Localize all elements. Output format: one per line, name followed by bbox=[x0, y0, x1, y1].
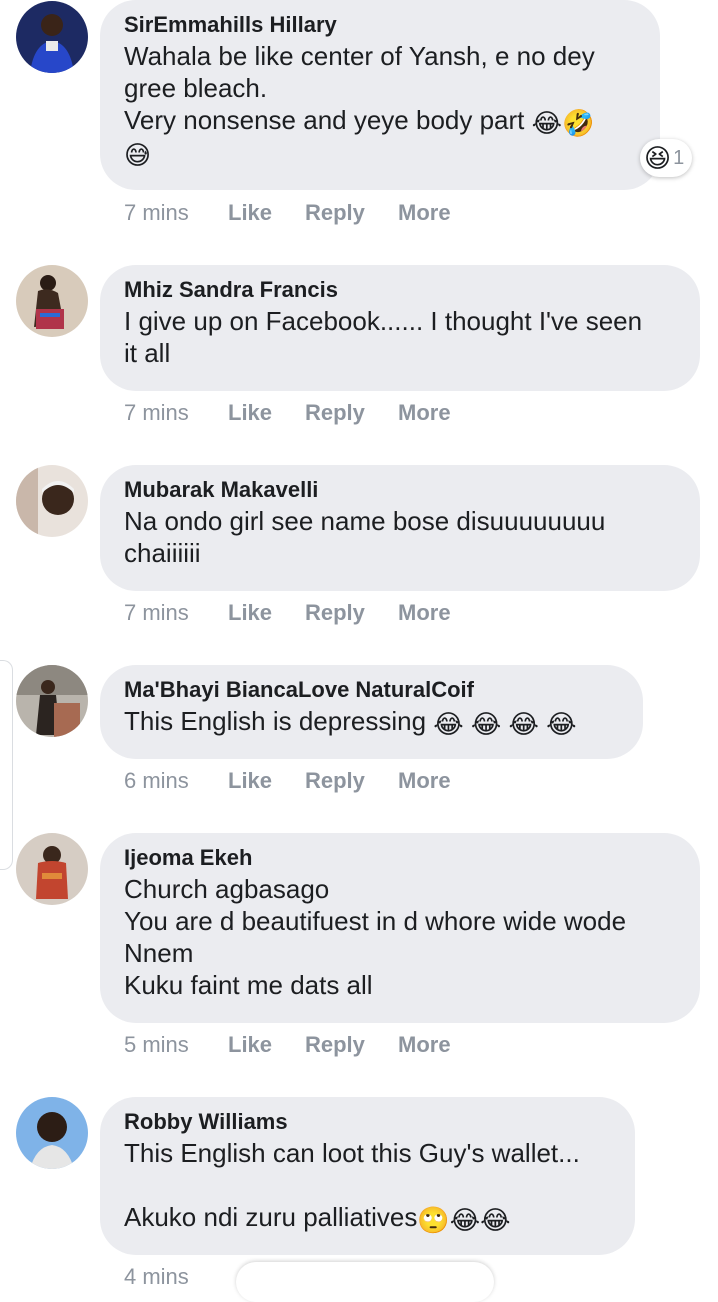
comment-time: 6 mins bbox=[124, 768, 189, 793]
comment-bubble: Ma'Bhayi BiancaLove NaturalCoif This Eng… bbox=[100, 665, 643, 759]
laughing-crying-emoji: 😂🤣 bbox=[531, 108, 595, 138]
comment-author[interactable]: Robby Williams bbox=[124, 1107, 611, 1137]
comment-author[interactable]: Mubarak Makavelli bbox=[124, 475, 676, 505]
avatar-photo bbox=[16, 665, 88, 737]
avatar-photo bbox=[16, 833, 88, 905]
floating-composer-pill[interactable] bbox=[236, 1262, 494, 1302]
avatar-photo bbox=[16, 465, 88, 537]
like-button[interactable]: Like bbox=[228, 766, 272, 796]
comment-text-body: Wahala be like center of Yansh, e no dey… bbox=[124, 41, 595, 135]
avatar-photo bbox=[16, 1097, 88, 1169]
reply-button[interactable]: Reply bbox=[305, 198, 365, 228]
more-button[interactable]: More bbox=[398, 598, 451, 628]
more-button[interactable]: More bbox=[398, 1030, 451, 1060]
comment-time: 7 mins bbox=[124, 400, 189, 425]
avatar[interactable] bbox=[16, 1, 88, 73]
reaction-summary[interactable]: 😆 1 bbox=[640, 139, 693, 177]
avatar[interactable] bbox=[16, 265, 88, 337]
more-button[interactable]: More bbox=[398, 198, 451, 228]
side-panel-edge bbox=[0, 660, 13, 870]
comment-bubble: Mhiz Sandra Francis I give up on Faceboo… bbox=[100, 265, 700, 391]
comment-text: This English is depressing 😂 😂 😂 😂 bbox=[124, 705, 619, 737]
avatar[interactable] bbox=[16, 465, 88, 537]
comment-time: 5 mins bbox=[124, 1032, 189, 1057]
comment-author[interactable]: Ijeoma Ekeh bbox=[124, 843, 676, 873]
reaction-count: 1 bbox=[673, 146, 685, 169]
like-button[interactable]: Like bbox=[228, 1030, 272, 1060]
laughing-crying-emoji: 😂 😂 😂 😂 bbox=[433, 709, 577, 739]
comment-bubble: Ijeoma Ekeh Church agbasago You are d be… bbox=[100, 833, 700, 1023]
laughing-face-icon: 😆 bbox=[644, 142, 672, 173]
comment-text: Na ondo girl see name bose disuuuuuuuu c… bbox=[124, 506, 606, 568]
avatar-photo bbox=[16, 1, 88, 73]
avatar[interactable] bbox=[16, 833, 88, 905]
more-button[interactable]: More bbox=[398, 766, 451, 796]
like-button[interactable]: Like bbox=[228, 398, 272, 428]
comment-text: I give up on Facebook...... I thought I'… bbox=[124, 306, 643, 368]
comment-text: Church agbasago You are d beautifuest in… bbox=[124, 874, 627, 1000]
reply-button[interactable]: Reply bbox=[305, 398, 365, 428]
comment-time: 7 mins bbox=[124, 600, 189, 625]
comment-text-body: This English is depressing bbox=[124, 706, 434, 736]
more-button[interactable]: More bbox=[398, 398, 451, 428]
comment-time: 7 mins bbox=[124, 200, 189, 225]
avatar-photo bbox=[16, 265, 88, 337]
comment-text-body: This English can loot this Guy's wallet.… bbox=[124, 1138, 580, 1232]
comment-bubble: SirEmmahills Hillary Wahala be like cent… bbox=[100, 0, 660, 190]
like-button[interactable]: Like bbox=[228, 198, 272, 228]
reply-button[interactable]: Reply bbox=[305, 598, 365, 628]
comment-text: This English can loot this Guy's wallet.… bbox=[124, 1137, 611, 1233]
comment-author[interactable]: Ma'Bhayi BiancaLove NaturalCoif bbox=[124, 675, 619, 705]
reply-button[interactable]: Reply bbox=[305, 1030, 365, 1060]
comment-time: 4 mins bbox=[124, 1264, 189, 1289]
avatar[interactable] bbox=[16, 665, 88, 737]
sweat-smile-emoji: 😅 bbox=[124, 140, 152, 170]
eye-roll-laughing-emoji: 🙄😂😂 bbox=[417, 1205, 511, 1235]
comment-bubble: Robby Williams This English can loot thi… bbox=[100, 1097, 635, 1255]
avatar[interactable] bbox=[16, 1097, 88, 1169]
like-button[interactable]: Like bbox=[228, 598, 272, 628]
comment-author[interactable]: SirEmmahills Hillary bbox=[124, 10, 636, 40]
comment-bubble: Mubarak Makavelli Na ondo girl see name … bbox=[100, 465, 700, 591]
comment-text: Wahala be like center of Yansh, e no dey… bbox=[124, 40, 636, 168]
comment-author[interactable]: Mhiz Sandra Francis bbox=[124, 275, 676, 305]
reply-button[interactable]: Reply bbox=[305, 766, 365, 796]
